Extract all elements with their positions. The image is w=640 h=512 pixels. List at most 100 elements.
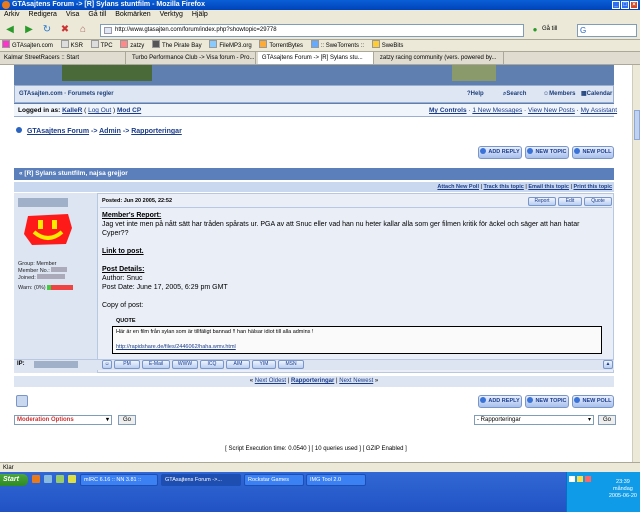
tab-zatzy[interactable]: zatzy racing community (vers. powered by… [376, 52, 504, 64]
joined: Joined: [18, 274, 73, 281]
quote-button[interactable]: Quote [584, 197, 612, 206]
report-button[interactable]: Report [528, 197, 556, 206]
scroll-thumb[interactable] [634, 110, 640, 140]
yim-button[interactable]: YIM [252, 360, 276, 369]
menu-bokmarken[interactable]: Bokmärken [115, 11, 150, 18]
print-topic-link[interactable]: Print this topic [574, 184, 613, 190]
menu-redigera[interactable]: Redigera [29, 11, 57, 18]
next-newest-link[interactable]: Next Newest [339, 378, 373, 384]
tab-turbo[interactable]: Turbo Performance Club -> Visa forum - P… [128, 52, 256, 64]
menu-ga-till[interactable]: Gå till [88, 11, 106, 18]
go-label[interactable]: Gå till [542, 26, 557, 32]
www-button[interactable]: WWW [172, 360, 198, 369]
copy-label: Copy of post: [102, 302, 144, 309]
profile-icon[interactable]: ☺ [102, 360, 112, 369]
new-poll-button-bottom[interactable]: NEW POLL [572, 395, 614, 408]
username[interactable] [18, 198, 68, 207]
divider [100, 207, 612, 208]
new-poll-button[interactable]: NEW POLL [572, 146, 614, 159]
add-reply-button[interactable]: ADD REPLY [478, 146, 522, 159]
tray-icon[interactable] [577, 476, 583, 482]
bookmark-item[interactable]: The Pirate Bay [151, 40, 202, 52]
topic-options-icon[interactable] [16, 395, 28, 407]
tray-icon[interactable] [569, 476, 575, 482]
task-firefox[interactable]: GTAsajtens Forum ->... [161, 474, 241, 486]
forum-nav: GTAsajten.com · Forumets regler ? Help ⌕… [14, 85, 614, 103]
site-link[interactable]: GTAsajten.com · Forumets regler [19, 86, 114, 102]
moderation-go-button[interactable]: Go [118, 415, 136, 425]
email-topic-link[interactable]: Email this topic [528, 184, 569, 190]
new-topic-button-bottom[interactable]: NEW TOPIC [525, 395, 569, 408]
firefox-quicklaunch-icon[interactable] [32, 475, 40, 483]
breadcrumb-reports[interactable]: Rapporteringar [131, 128, 182, 135]
edit-button[interactable]: Edit [558, 197, 582, 206]
bookmark-item[interactable]: :: SweTorrents :: [310, 40, 364, 52]
nav-help[interactable]: ? Help [467, 86, 484, 102]
icq-button[interactable]: ICQ [200, 360, 224, 369]
scroll-top-icon[interactable]: ▲ [603, 360, 613, 369]
bookmark-item[interactable]: KSR [60, 40, 83, 52]
minimize-button[interactable]: _ [612, 1, 620, 9]
quicklaunch-icon[interactable] [44, 475, 52, 483]
nav-calendar[interactable]: ▦ Calendar [581, 86, 612, 102]
bookmark-item[interactable]: FileMP3.org [209, 40, 252, 52]
tab-kalmar[interactable]: Kalmar StreetRacers :: Start [0, 52, 126, 64]
email-button[interactable]: E-Mail [142, 360, 170, 369]
bookmark-item[interactable]: GTAsajten.com [2, 40, 53, 52]
menu-hjalp[interactable]: Hjälp [192, 11, 208, 18]
pm-button[interactable]: PM [114, 360, 140, 369]
task-imgtool[interactable]: IMG Tool 2.0 [306, 474, 366, 486]
bookmark-item[interactable]: TorrentBytes [259, 40, 303, 52]
start-button[interactable]: Start [0, 474, 28, 486]
bookmark-item[interactable]: zatzy [120, 40, 144, 52]
bookmark-item[interactable]: TPC [90, 40, 113, 52]
new-messages-link[interactable]: 1 New Messages [472, 107, 522, 114]
close-button[interactable]: × [630, 1, 638, 9]
aim-button[interactable]: AIM [226, 360, 250, 369]
search-input[interactable]: G [577, 24, 637, 37]
modcp-link[interactable]: Mod CP [117, 107, 141, 114]
task-mirc[interactable]: mIRC 6.16 :: NN 3.81 :: [80, 474, 158, 486]
quote-link[interactable]: http://rapidshare.de/files/2446062/haha.… [116, 344, 236, 350]
moderation-select[interactable]: Moderation Options ▾ [14, 415, 112, 425]
track-topic-link[interactable]: Track this topic [483, 184, 523, 190]
bookmark-item[interactable]: SweBits [371, 40, 403, 52]
next-oldest-link[interactable]: Next Oldest [255, 378, 286, 384]
add-reply-button-bottom[interactable]: ADD REPLY [478, 395, 522, 408]
home-icon[interactable]: ⌂ [76, 23, 90, 37]
view-new-posts-link[interactable]: View New Posts [528, 107, 575, 114]
maximize-button[interactable]: □ [621, 1, 629, 9]
link-to-post[interactable]: Link to post. [102, 248, 144, 255]
new-topic-button[interactable]: NEW TOPIC [525, 146, 569, 159]
breadcrumb-forum[interactable]: GTAsajtens Forum [27, 128, 89, 135]
back-arrow-icon[interactable]: ◀ [3, 23, 17, 37]
breadcrumb-admin[interactable]: Admin [99, 128, 121, 135]
jump-go-button[interactable]: Go [598, 415, 616, 425]
my-controls-link[interactable]: My Controls [429, 107, 467, 114]
forum-jump-select[interactable]: - Rapporteringar ▾ [474, 415, 594, 425]
task-rockstar[interactable]: Rockstar Games [244, 474, 304, 486]
quicklaunch-icon[interactable] [56, 475, 64, 483]
tab-gtasajten[interactable]: GTAsajtens Forum -> [R] Sylans stu... [257, 52, 374, 64]
nav-search[interactable]: ⌕ Search [503, 86, 526, 102]
quicklaunch-icon[interactable] [68, 475, 76, 483]
breadcrumb: GTAsajtens Forum -> Admin -> Rapporterin… [16, 127, 182, 135]
forward-arrow-icon[interactable]: ▶ [22, 23, 36, 37]
assistant-link[interactable]: My Assistant [581, 107, 617, 114]
reload-icon[interactable]: ↻ [40, 23, 54, 37]
url-input[interactable]: http://www.gtasajten.com/forum/index.php… [100, 24, 524, 37]
tray-icon[interactable] [585, 476, 591, 482]
stop-icon[interactable]: ✖ [58, 23, 72, 37]
menu-arkiv[interactable]: Arkiv [4, 11, 20, 18]
vertical-scrollbar[interactable] [632, 65, 640, 462]
nav-members[interactable]: ☺ Members [543, 86, 575, 102]
menu-verktyg[interactable]: Verktyg [160, 11, 183, 18]
details-heading: Post Details: [102, 266, 145, 273]
attach-poll-link[interactable]: Attach New Poll [437, 184, 479, 190]
user-link[interactable]: KalleR [62, 107, 82, 114]
go-icon[interactable]: ● [528, 23, 542, 37]
menu-visa[interactable]: Visa [66, 11, 80, 18]
msn-button[interactable]: MSN [278, 360, 304, 369]
forum-link[interactable]: Rapporteringar [291, 378, 334, 384]
logout-link[interactable]: Log Out [88, 107, 111, 114]
